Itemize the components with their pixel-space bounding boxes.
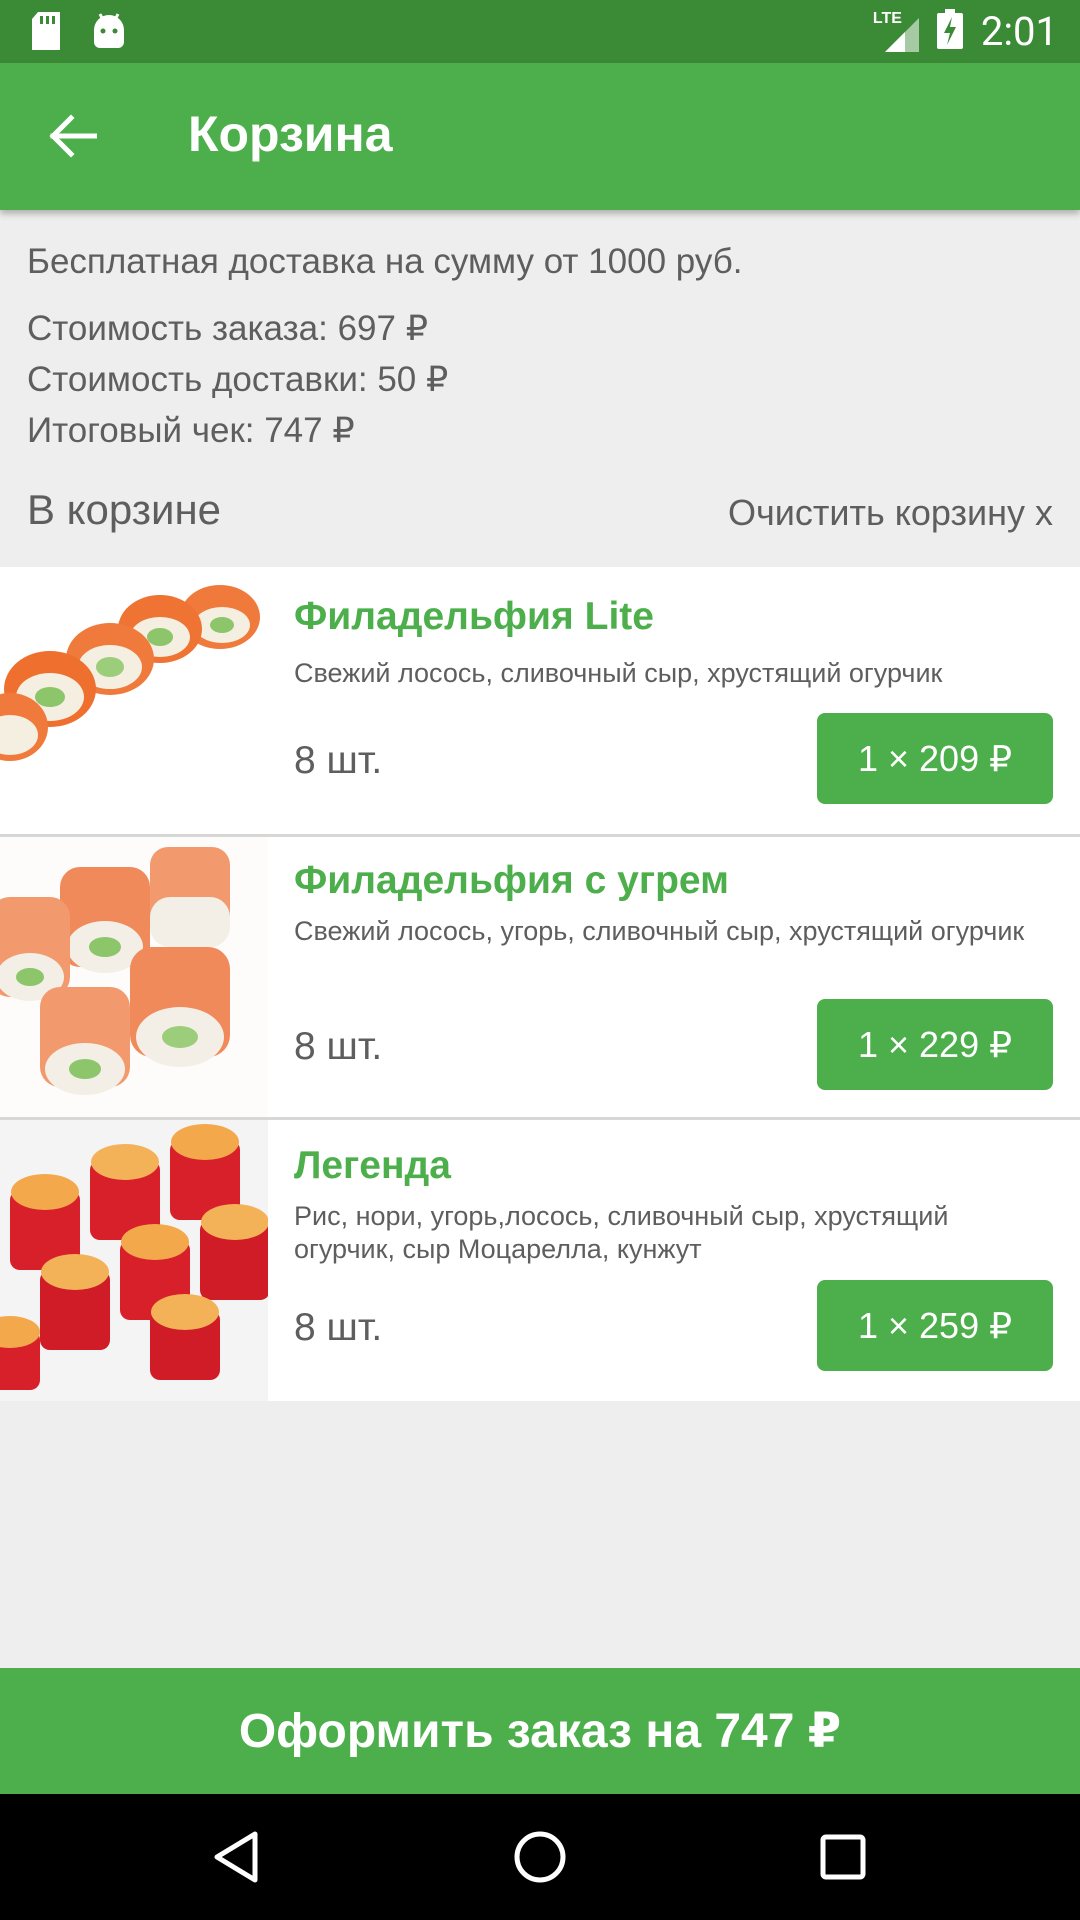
list-item: Легенда Рис, нори, угорь,лосось, сливочн… (0, 1120, 1080, 1401)
triangle-back-icon (214, 1831, 258, 1883)
nav-home-button[interactable] (500, 1817, 580, 1897)
product-image (0, 567, 268, 834)
product-name: Филадельфия Lite (294, 595, 654, 638)
total-cost: Итоговый чек: 747 ₽ (27, 411, 355, 450)
list-item: Филадельфия с угрем Свежий лосось, угорь… (0, 837, 1080, 1120)
page-title: Корзина (188, 106, 393, 162)
clock: 2:01 (980, 8, 1058, 55)
nav-recents-button[interactable] (803, 1817, 883, 1897)
checkout-button[interactable]: Оформить заказ на 747 ₽ (0, 1668, 1080, 1794)
system-nav-bar (0, 1794, 1080, 1920)
product-quantity: 8 шт. (294, 1025, 383, 1068)
square-recents-icon (820, 1834, 866, 1880)
price-button[interactable]: 1 × 209 ₽ (817, 713, 1053, 804)
android-icon (92, 12, 126, 55)
product-name: Легенда (294, 1144, 451, 1187)
product-image (0, 837, 268, 1117)
cart-header: В корзине Очистить корзину x (0, 486, 1080, 542)
product-image (0, 1120, 268, 1401)
order-summary: Бесплатная доставка на сумму от 1000 руб… (27, 236, 743, 456)
list-item: Филадельфия Lite Свежий лосось, сливочны… (0, 567, 1080, 837)
status-bar: LTE 2:01 (0, 0, 1080, 63)
signal-icon: LTE (873, 10, 919, 52)
app-bar: Корзина (0, 63, 1080, 210)
product-description: Свежий лосось, угорь, сливочный сыр, хру… (294, 916, 1025, 946)
product-description: Рис, нори, угорь,лосось, сливочный сыр, … (294, 1201, 949, 1264)
back-button[interactable] (40, 103, 106, 169)
circle-home-icon (514, 1831, 566, 1883)
nav-back-button[interactable] (196, 1817, 276, 1897)
arrow-back-icon (49, 114, 97, 158)
product-description: Свежий лосось, сливочный сыр, хрустящий … (294, 658, 943, 688)
order-cost: Стоимость заказа: 697 ₽ (27, 309, 428, 348)
cart-label: В корзине (27, 486, 222, 533)
product-name: Филадельфия с угрем (294, 859, 729, 902)
cart-items-list: Филадельфия Lite Свежий лосось, сливочны… (0, 567, 1080, 1401)
clear-cart-button[interactable]: Очистить корзину x (728, 492, 1053, 534)
price-button[interactable]: 1 × 229 ₽ (817, 999, 1053, 1090)
battery-icon (936, 9, 963, 54)
sd-card-icon (30, 12, 62, 55)
delivery-cost: Стоимость доставки: 50 ₽ (27, 360, 449, 399)
price-button[interactable]: 1 × 259 ₽ (817, 1280, 1053, 1371)
product-quantity: 8 шт. (294, 739, 383, 782)
free-delivery-note: Бесплатная доставка на сумму от 1000 руб… (27, 242, 743, 281)
product-quantity: 8 шт. (294, 1306, 383, 1349)
